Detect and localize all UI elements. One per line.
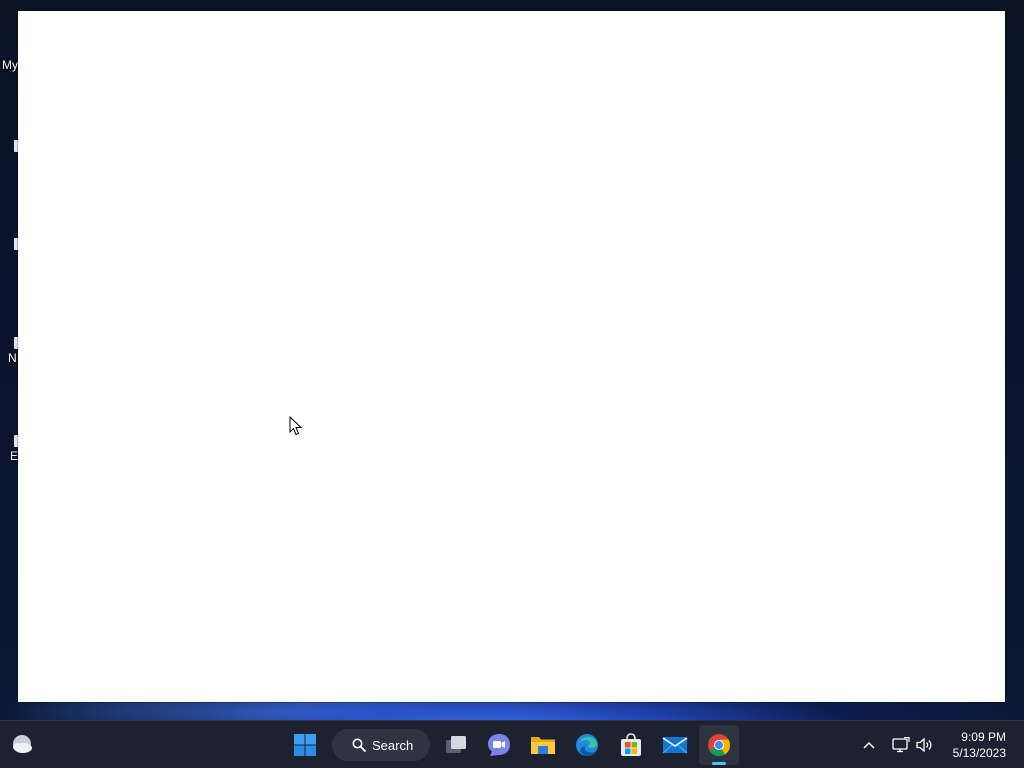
clock-date: 5/13/2023 xyxy=(952,746,1006,760)
clock-time: 9:09 PM xyxy=(961,730,1006,744)
edge-icon xyxy=(576,734,598,756)
edge-browser-button[interactable] xyxy=(567,725,607,765)
search-label: Search xyxy=(372,737,414,753)
task-view-button[interactable] xyxy=(436,725,476,765)
store-icon xyxy=(621,733,641,756)
taskbar-search-box[interactable]: Search xyxy=(332,729,430,761)
weather-widget-button[interactable] xyxy=(2,725,42,765)
taskbar: Search 9:09 PM 5/13/2023 xyxy=(0,720,1024,768)
windows-logo-icon xyxy=(294,734,316,756)
teams-chat-icon xyxy=(488,734,510,756)
folder-icon xyxy=(531,737,555,754)
show-hidden-icons-button[interactable] xyxy=(857,733,881,757)
task-view-icon xyxy=(446,736,466,753)
start-button[interactable] xyxy=(285,725,325,765)
network-icon xyxy=(892,737,910,753)
blank-app-window[interactable] xyxy=(18,11,1005,702)
chevron-up-icon xyxy=(863,741,875,749)
volume-button[interactable] xyxy=(913,733,937,757)
weather-cloud-icon xyxy=(13,735,32,753)
search-icon xyxy=(352,738,366,752)
mail-icon xyxy=(662,737,688,754)
active-app-indicator xyxy=(712,762,726,765)
mail-button[interactable] xyxy=(655,725,695,765)
mouse-cursor-icon xyxy=(289,415,303,436)
clock-button[interactable]: 9:09 PM 5/13/2023 xyxy=(936,729,1006,761)
microsoft-store-button[interactable] xyxy=(611,725,651,765)
desktop-icon-label: My xyxy=(2,58,18,72)
speaker-icon xyxy=(916,737,932,753)
desktop-icon-label: E xyxy=(10,449,19,463)
teams-chat-button[interactable] xyxy=(479,725,519,765)
chrome-button[interactable] xyxy=(699,725,739,765)
desktop-icon-label: N xyxy=(8,351,17,365)
chrome-icon xyxy=(708,734,731,757)
file-explorer-button[interactable] xyxy=(523,725,563,765)
network-status-button[interactable] xyxy=(889,733,913,757)
